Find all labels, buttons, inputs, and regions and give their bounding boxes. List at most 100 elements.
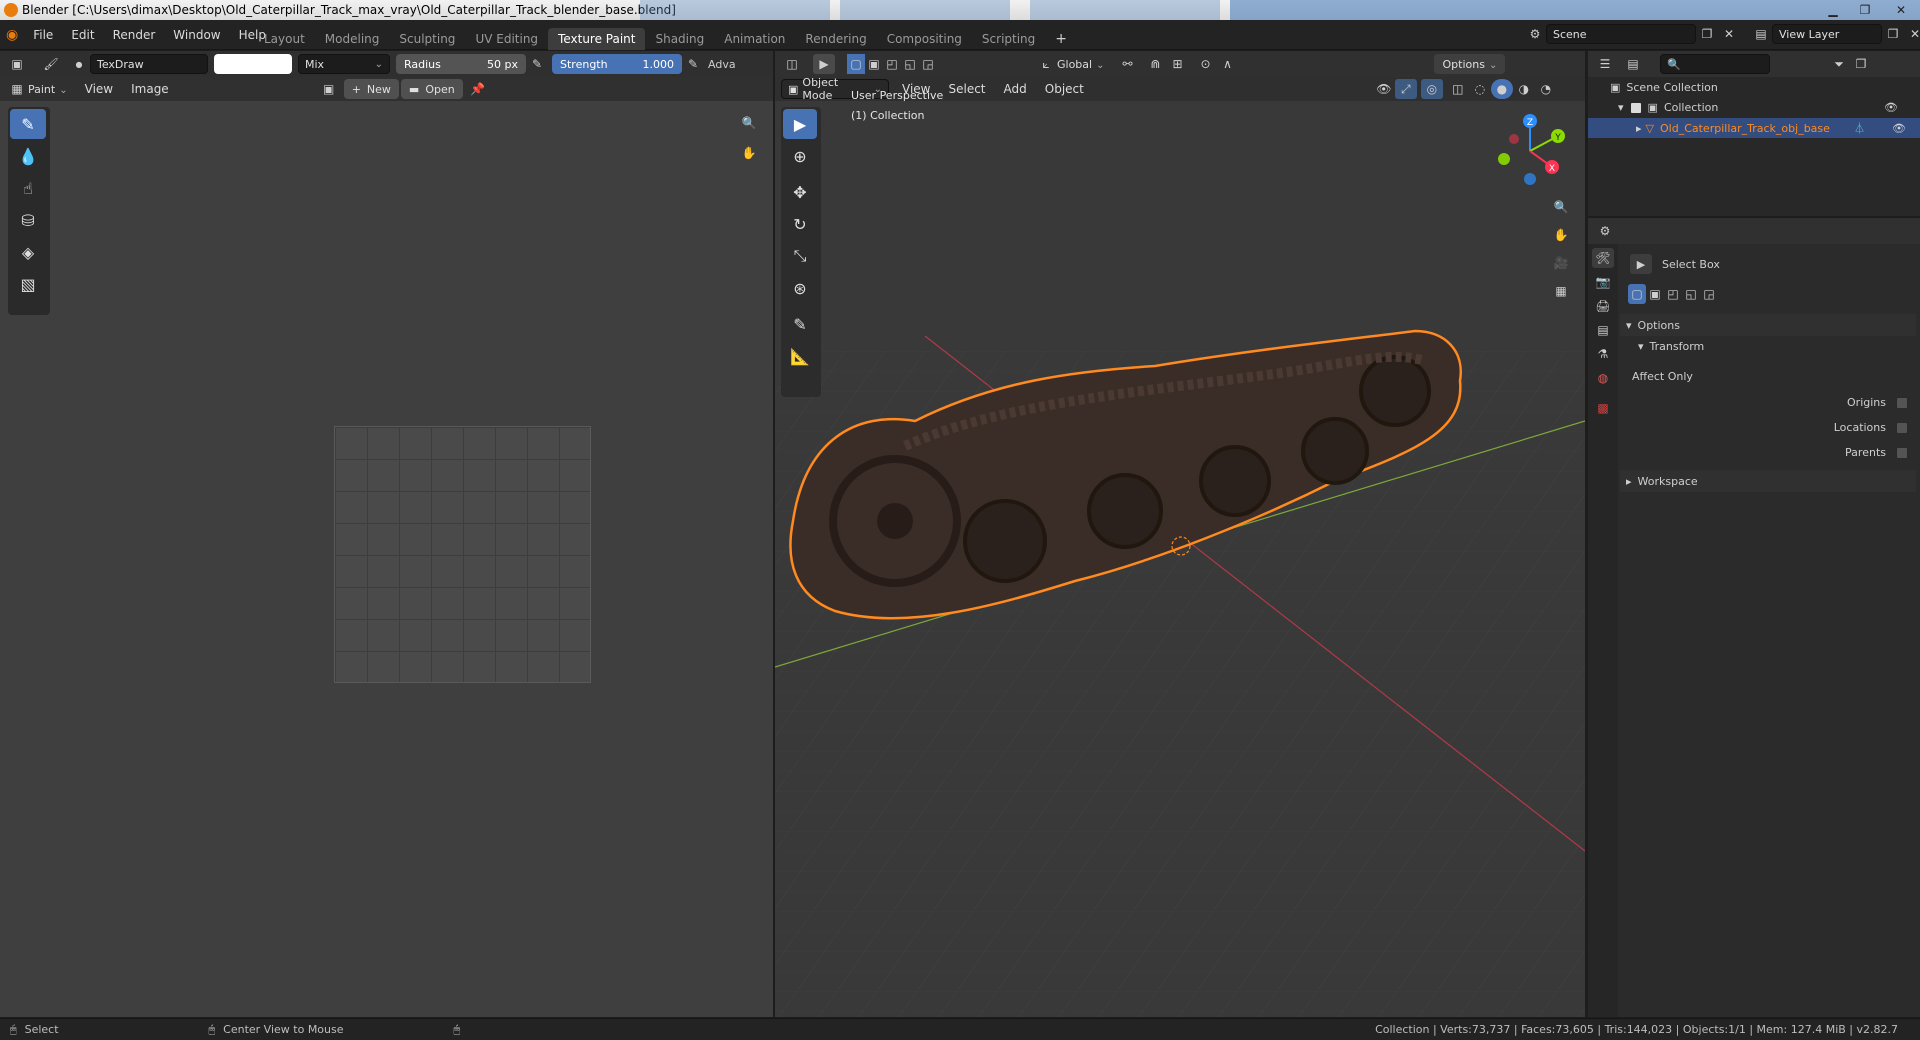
menu-view[interactable]: View: [76, 77, 122, 101]
filter-icon[interactable]: ⏷: [1828, 54, 1850, 74]
camera-view-icon[interactable]: 🎥: [1550, 253, 1572, 273]
tab-scripting[interactable]: Scripting: [972, 28, 1045, 50]
texture-tab-icon[interactable]: ▩: [1592, 398, 1614, 418]
menu-window[interactable]: Window: [164, 20, 229, 50]
outliner-search-input[interactable]: 🔍: [1660, 54, 1770, 74]
pin-icon[interactable]: 📌: [467, 79, 489, 99]
select-box-tool-icon[interactable]: ▶: [1630, 254, 1652, 274]
editor-type-icon[interactable]: ☰: [1594, 54, 1616, 74]
parents-option[interactable]: Parents: [1808, 446, 1908, 459]
outliner-object[interactable]: ▸ ▽ Old_Caterpillar_Track_obj_base ⏃ 👁: [1588, 118, 1920, 138]
tab-layout[interactable]: Layout: [254, 28, 315, 50]
radius-slider[interactable]: Radius 50 px: [396, 54, 526, 74]
editor-type-icon[interactable]: ▣: [6, 54, 28, 74]
open-image-button[interactable]: ▬ Open: [400, 79, 463, 99]
transform-tool-icon[interactable]: ⊛: [783, 273, 817, 303]
menu-file[interactable]: File: [24, 20, 62, 50]
scene-field[interactable]: Scene: [1546, 24, 1696, 44]
zoom-icon[interactable]: 🔍: [738, 113, 760, 133]
cursor-tool-icon[interactable]: ⊕: [783, 141, 817, 171]
smear-tool-icon[interactable]: ☝: [10, 173, 46, 203]
tab-animation[interactable]: Animation: [714, 28, 795, 50]
image-browse-icon[interactable]: ▣: [318, 79, 340, 99]
tab-texture-paint[interactable]: Texture Paint: [548, 28, 646, 50]
navigation-gizmo[interactable]: Z Y X: [1490, 111, 1570, 191]
properties-area[interactable]: ⚙ 🛠 📷 🖨 ▤ ⚗ ◍ ▩ ▶ Select Box ▢ ▣ ◰ ◱ ◲ ▾…: [1588, 218, 1920, 1017]
mask-tool-icon[interactable]: ▧: [10, 269, 46, 299]
add-workspace-icon[interactable]: +: [1045, 28, 1077, 50]
rotate-tool-icon[interactable]: ↻: [783, 209, 817, 239]
soften-tool-icon[interactable]: 💧: [10, 141, 46, 171]
menu-render[interactable]: Render: [104, 20, 165, 50]
strength-slider[interactable]: Strength 1.000: [552, 54, 682, 74]
workspace-panel-header[interactable]: ▸ Workspace: [1620, 470, 1916, 492]
uv-grid-canvas[interactable]: [334, 426, 591, 683]
tab-rendering[interactable]: Rendering: [795, 28, 876, 50]
tab-shading[interactable]: Shading: [645, 28, 714, 50]
menu-edit[interactable]: Edit: [62, 20, 103, 50]
tool-tab-icon[interactable]: 🛠: [1592, 248, 1614, 268]
select-intersect-icon[interactable]: ◲: [1700, 284, 1718, 304]
viewport-scene[interactable]: [775, 51, 1585, 1017]
scale-tool-icon[interactable]: ⤡: [783, 241, 817, 271]
select-subtract-icon[interactable]: ◰: [1664, 284, 1682, 304]
render-tab-icon[interactable]: 📷: [1592, 272, 1614, 292]
radius-pressure-icon[interactable]: ✎: [526, 54, 548, 74]
tab-compositing[interactable]: Compositing: [877, 28, 972, 50]
eye-icon[interactable]: 👁: [1892, 122, 1906, 135]
select-extend-icon[interactable]: ▣: [1646, 284, 1664, 304]
output-tab-icon[interactable]: 🖨: [1592, 296, 1614, 316]
disclosure-triangle-icon[interactable]: ▾: [1618, 101, 1624, 114]
new-scene-icon[interactable]: ❐: [1696, 24, 1718, 44]
scene-tab-icon[interactable]: ⚗: [1592, 344, 1614, 364]
origins-checkbox[interactable]: [1896, 396, 1908, 409]
perspective-toggle-icon[interactable]: ▦: [1550, 281, 1572, 301]
blender-menu-icon[interactable]: ◉: [6, 27, 18, 43]
disclosure-triangle-icon[interactable]: ▸: [1636, 122, 1642, 135]
new-view-layer-icon[interactable]: ❐: [1882, 24, 1904, 44]
annotate-tool-icon[interactable]: ✎: [783, 309, 817, 339]
locations-checkbox[interactable]: [1896, 421, 1908, 434]
delete-scene-icon[interactable]: ✕: [1718, 24, 1740, 44]
brush-icon[interactable]: 🖌: [40, 54, 62, 74]
brush-color-swatch[interactable]: [214, 54, 292, 74]
3d-viewport-area[interactable]: ◫ ▶ ▢ ▣ ◰ ◱ ◲ ⟀ Global ⚯ ⋒ ⊞ ⊙ ∧ Options…: [775, 51, 1585, 1017]
measure-tool-icon[interactable]: 📐: [783, 341, 817, 371]
select-invert-icon[interactable]: ◱: [1682, 284, 1700, 304]
zoom-icon[interactable]: 🔍: [1550, 197, 1572, 217]
brush-name-field[interactable]: TexDraw: [90, 54, 208, 74]
pan-hand-icon[interactable]: ✋: [1550, 225, 1572, 245]
paint-mode-select[interactable]: Paint: [28, 83, 68, 96]
parents-checkbox[interactable]: [1896, 446, 1908, 459]
display-mode-icon[interactable]: ▤: [1622, 54, 1644, 74]
locations-option[interactable]: Locations: [1788, 421, 1908, 434]
image-editor-area[interactable]: ▣ 🖌 ● TexDraw Mix Radius 50 px ✎ Strengt…: [0, 51, 773, 1017]
new-collection-icon[interactable]: ❐: [1850, 54, 1872, 74]
pan-hand-icon[interactable]: ✋: [738, 143, 760, 163]
transform-subpanel-header[interactable]: ▾ Transform: [1638, 340, 1704, 353]
options-panel-header[interactable]: ▾ Options: [1620, 314, 1916, 336]
strength-pressure-icon[interactable]: ✎: [682, 54, 704, 74]
collection-checkbox[interactable]: [1629, 101, 1642, 114]
tab-uv-editing[interactable]: UV Editing: [465, 28, 548, 50]
menu-image[interactable]: Image: [122, 77, 178, 101]
origins-option[interactable]: Origins: [1808, 396, 1908, 409]
eye-icon[interactable]: 👁: [1884, 101, 1898, 114]
select-box-tool-icon[interactable]: ▶: [783, 109, 817, 139]
view-layer-icon[interactable]: ▤: [1750, 24, 1772, 44]
blend-mode-select[interactable]: Mix: [298, 54, 390, 74]
tab-modeling[interactable]: Modeling: [315, 28, 390, 50]
view-layer-field[interactable]: View Layer: [1772, 24, 1882, 44]
draw-tool-icon[interactable]: ✎: [10, 109, 46, 139]
advanced-menu[interactable]: Adva: [708, 58, 736, 71]
outliner-area[interactable]: ☰ ▤ 🔍 ⏷ ❐ ▣ Scene Collection ▾ ▣ Collect…: [1588, 51, 1920, 216]
delete-view-layer-icon[interactable]: ✕: [1904, 24, 1920, 44]
clone-tool-icon[interactable]: ⛁: [10, 205, 46, 235]
view-layer-tab-icon[interactable]: ▤: [1592, 320, 1614, 340]
outliner-scene-collection[interactable]: ▣ Scene Collection: [1610, 81, 1718, 94]
select-new-icon[interactable]: ▢: [1628, 284, 1646, 304]
outliner-collection[interactable]: ▾ ▣ Collection 👁: [1618, 101, 1918, 114]
close-icon[interactable]: ✕: [1882, 0, 1920, 20]
maximize-icon[interactable]: ❐: [1850, 0, 1880, 20]
world-tab-icon[interactable]: ◍: [1592, 368, 1614, 388]
